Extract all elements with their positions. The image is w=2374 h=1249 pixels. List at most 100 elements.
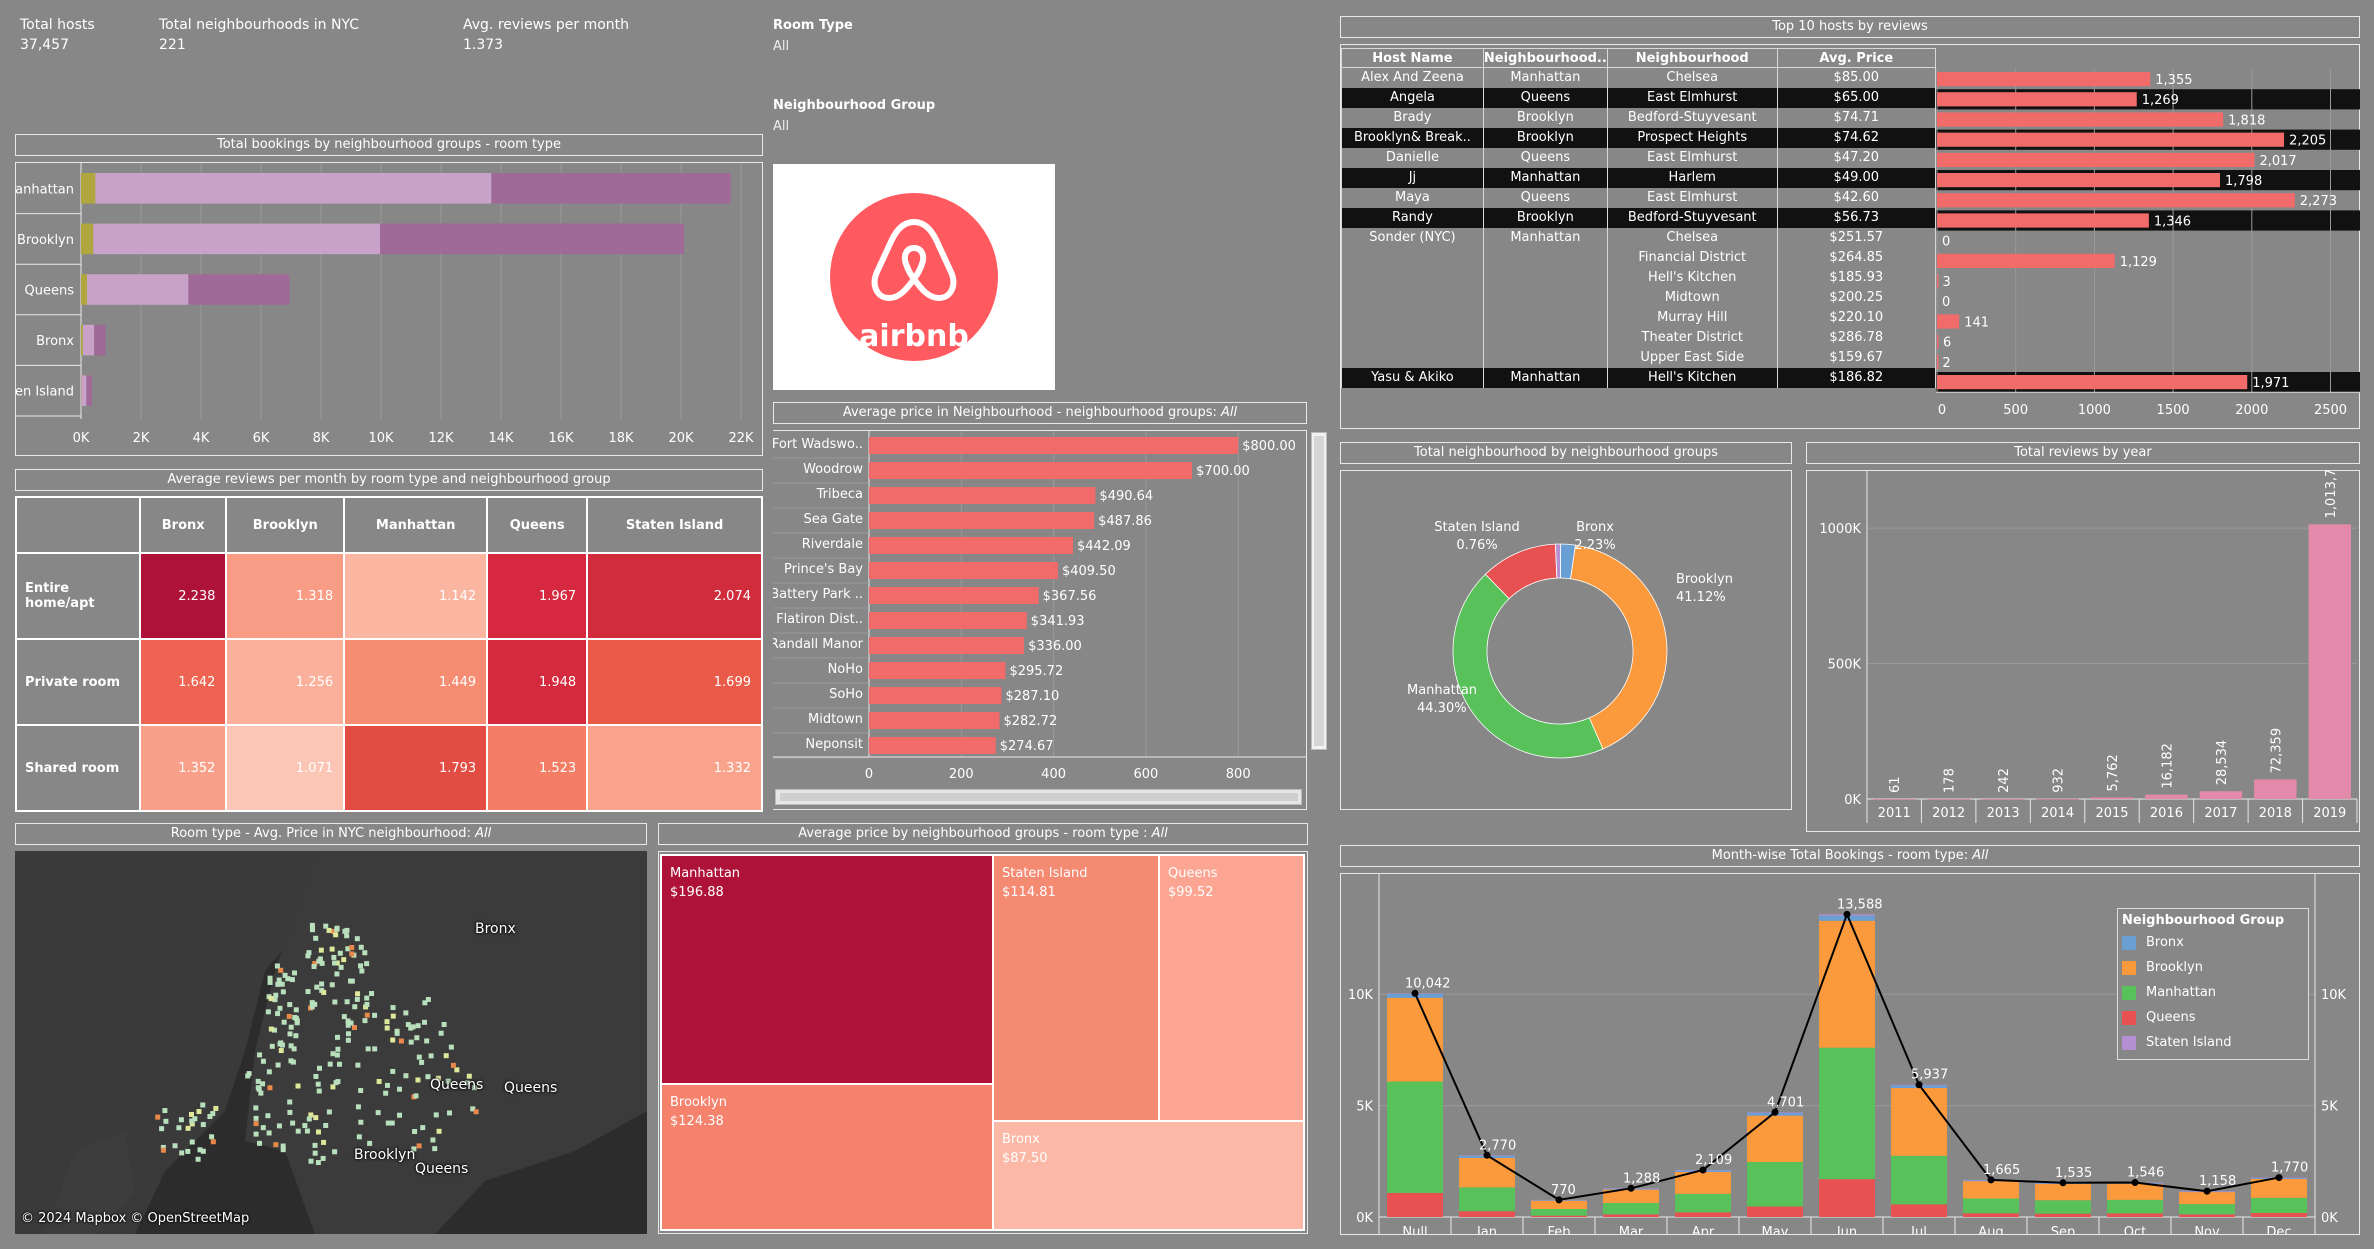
heatmap-cell[interactable]: 2.238 [138, 552, 228, 640]
treemap-cell-manhattan[interactable]: Manhattan $196.88 [660, 854, 994, 1085]
x-tick-label: 500 [2003, 403, 2028, 418]
legend-item-brooklyn[interactable]: Brooklyn [2118, 955, 2308, 980]
listing-point [290, 1120, 296, 1126]
horizontal-scrollbar[interactable] [775, 789, 1302, 805]
hosts-row[interactable]: Financial District $264.85 [1341, 247, 1937, 268]
hosts-row[interactable]: Alex And Zeena Manhattan Chelsea $85.00 [1341, 67, 1937, 88]
legend-item-bronx[interactable]: Bronx [2118, 930, 2308, 955]
room-type-filter[interactable]: Room Type All [773, 18, 853, 54]
heatmap-cell[interactable]: 1.332 [586, 724, 763, 812]
heatmap-cell[interactable]: 1.793 [343, 724, 489, 812]
hosts-cell: Jj [1341, 167, 1484, 188]
legend-item-queens[interactable]: Queens [2118, 1005, 2308, 1030]
listing-point [337, 950, 343, 956]
hosts-row[interactable]: Danielle Queens East Elmhurst $47.20 [1341, 147, 1937, 168]
bar-segment [380, 223, 684, 255]
heatmap-cell[interactable]: 2.074 [586, 552, 763, 640]
map-attribution[interactable]: © 2024 Mapbox © OpenStreetMap [21, 1211, 249, 1226]
listing-point [365, 1046, 371, 1052]
category-label: Neponsit [805, 737, 863, 752]
listing-point [266, 1069, 272, 1075]
heatmap-cell[interactable]: 1.642 [138, 638, 228, 726]
scrollbar-thumb[interactable] [1314, 436, 1324, 746]
listing-point [364, 995, 370, 1001]
heatmap-cell[interactable]: 1.967 [486, 552, 589, 640]
listing-point [277, 1005, 283, 1011]
hosts-row[interactable]: Brooklyn& Break.. Brooklyn Prospect Height… [1341, 127, 1937, 148]
legend-item-staten-island[interactable]: Staten Island [2118, 1030, 2308, 1055]
heatmap-cell[interactable]: 1.352 [138, 724, 228, 812]
hosts-cell: Hell's Kitchen [1606, 367, 1778, 388]
treemap-cell-staten-island[interactable]: Staten Island $114.81 [992, 854, 1160, 1122]
kpi-total-hosts: Total hosts 37,457 [20, 17, 95, 53]
heatmap-cell[interactable]: 1.523 [486, 724, 589, 812]
hosts-cell: Manhattan [1482, 67, 1608, 88]
hosts-row[interactable]: Murray Hill $220.10 [1341, 307, 1937, 328]
hosts-cell: Chelsea [1606, 67, 1778, 88]
x-tick-label: Jan [1476, 1225, 1497, 1234]
hosts-row[interactable]: Angela Queens East Elmhurst $65.00 [1341, 87, 1937, 108]
listing-point [281, 1019, 287, 1025]
heatmap-cell[interactable]: 1.449 [343, 638, 489, 726]
review-bar [1937, 354, 1939, 369]
filter-value[interactable]: All [773, 119, 935, 134]
listing-point [337, 1061, 343, 1067]
heatmap-cell[interactable]: 1.318 [225, 552, 346, 640]
neighbourhood-group-filter[interactable]: Neighbourhood Group All [773, 98, 935, 134]
listing-point [287, 1109, 293, 1115]
treemap-cell-bronx[interactable]: Bronx $87.50 [992, 1120, 1305, 1231]
data-label: $700.00 [1196, 464, 1250, 479]
data-label: $487.86 [1098, 514, 1152, 529]
monthly-legend: Neighbourhood Group Bronx Brooklyn Manha… [2117, 908, 2309, 1060]
legend-swatch [2122, 960, 2136, 975]
hosts-row[interactable]: Randy Brooklyn Bedford-Stuyvesant $56.73 [1341, 207, 1937, 228]
heatmap-cell[interactable]: 1.071 [225, 724, 346, 812]
listing-point [413, 1093, 419, 1099]
hosts-row[interactable]: Sonder (NYC) Manhattan Chelsea $251.57 [1341, 227, 1937, 248]
legend-item-manhattan[interactable]: Manhattan [2118, 980, 2308, 1005]
x-tick-label: 18K [608, 431, 634, 446]
heatmap-cell[interactable]: 1.256 [225, 638, 346, 726]
treemap-cell-queens[interactable]: Queens $99.52 [1158, 854, 1305, 1122]
nyc-map[interactable]: Bronx Queens Queens Brooklyn Queens © 20… [15, 851, 647, 1234]
heatmap-cell[interactable]: 1.948 [486, 638, 589, 726]
heatmap-cell[interactable]: 1.142 [343, 552, 489, 640]
map-svg[interactable] [15, 851, 647, 1234]
avg-price-svg: 0 200 400 600 800 Fort Wadswo.. $800.00 Woodrow… [770, 431, 1307, 782]
listing-point [315, 1129, 321, 1135]
hosts-cell [1341, 287, 1484, 308]
review-bar [1937, 132, 2285, 147]
hosts-row[interactable]: Yasu & Akiko Manhattan Hell's Kitchen $186.… [1341, 367, 1937, 388]
x-tick-label: 200 [949, 767, 974, 782]
hosts-row[interactable]: Jj Manhattan Harlem $49.00 [1341, 167, 1937, 188]
x-tick-label: Mar [1619, 1225, 1644, 1234]
hosts-cell: $251.57 [1776, 227, 1937, 248]
listing-point [315, 1160, 321, 1166]
heatmap-cell[interactable]: 1.699 [586, 638, 763, 726]
bar-segment [81, 274, 87, 305]
category-label: Bronx [36, 334, 74, 349]
hosts-row[interactable]: Theater District $286.78 [1341, 327, 1937, 348]
scrollbar-thumb[interactable] [780, 793, 1298, 801]
review-bar [1937, 92, 2137, 107]
total-label: 4,701 [1767, 1095, 1804, 1110]
filter-value[interactable]: All [773, 39, 853, 54]
vertical-scrollbar[interactable] [1311, 432, 1327, 750]
hosts-row[interactable]: Upper East Side $159.67 [1341, 347, 1937, 368]
listing-point [420, 1125, 426, 1131]
category-label: Battery Park .. [773, 587, 863, 602]
hosts-row[interactable]: Hell's Kitchen $185.93 [1341, 267, 1937, 288]
x-tick-label: Null [1402, 1225, 1427, 1234]
data-label: 0 [1942, 295, 1950, 310]
hosts-cell [1482, 247, 1608, 268]
hosts-row[interactable]: Maya Queens East Elmhurst $42.60 [1341, 187, 1937, 208]
slice-label: 0.76% [1456, 538, 1497, 553]
hosts-row[interactable]: Midtown $200.25 [1341, 287, 1937, 308]
hosts-cell: $42.60 [1776, 187, 1937, 208]
hosts-cell [1341, 347, 1484, 368]
listing-point [278, 1048, 284, 1054]
treemap-cell-brooklyn[interactable]: Brooklyn $124.38 [660, 1083, 994, 1231]
hosts-row[interactable]: Brady Brooklyn Bedford-Stuyvesant $74.71 [1341, 107, 1937, 128]
treemap-cell-value: $114.81 [1002, 885, 1056, 900]
bar-segment [93, 223, 381, 255]
